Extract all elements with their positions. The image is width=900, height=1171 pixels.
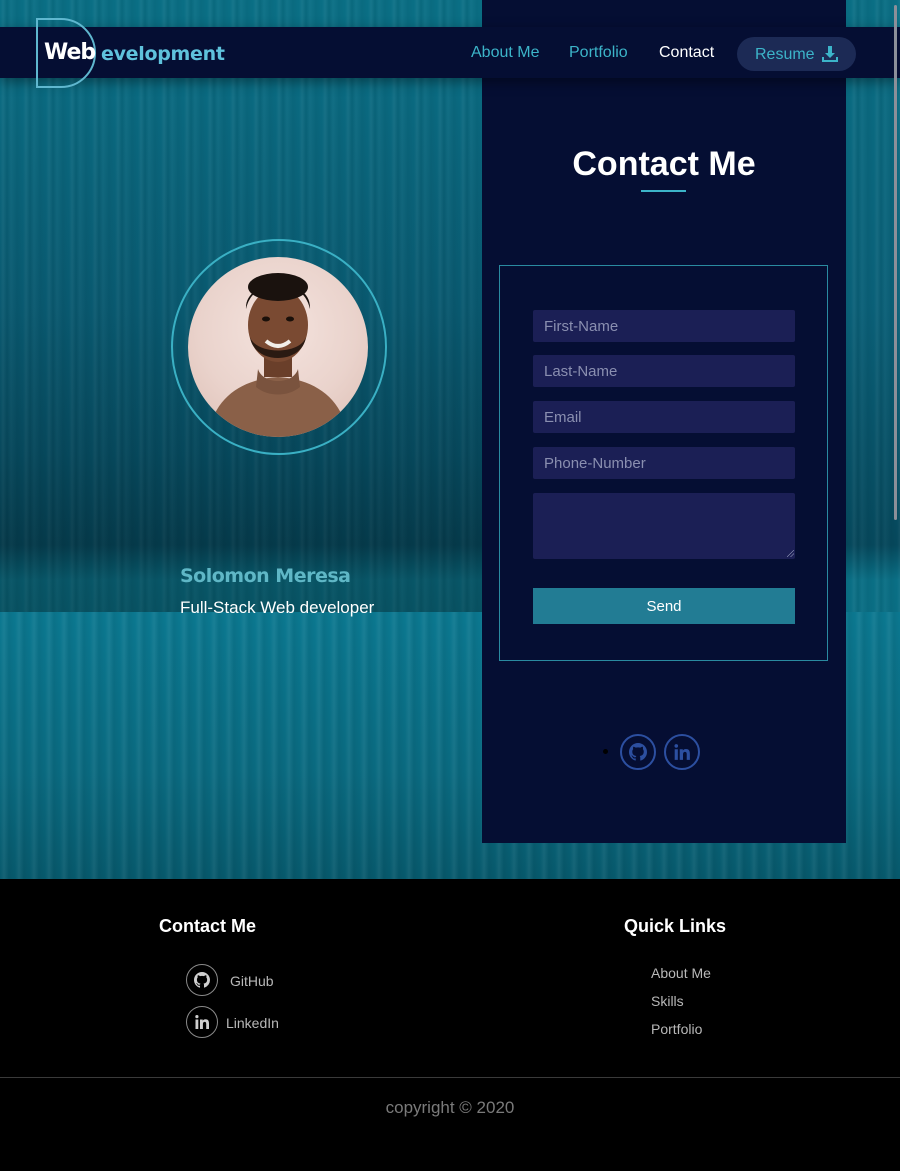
email-field[interactable] xyxy=(533,401,795,433)
copyright-text: copyright © 2020 xyxy=(385,1098,515,1117)
github-icon xyxy=(194,972,210,988)
message-field[interactable] xyxy=(533,493,795,559)
footer-linkedin-button[interactable] xyxy=(186,1006,218,1038)
profile-role: Full-Stack Web developer xyxy=(180,598,375,617)
linkedin-link[interactable] xyxy=(664,734,700,770)
first-name-field[interactable] xyxy=(533,310,795,342)
resume-button[interactable]: Resume xyxy=(737,37,856,71)
last-name-field[interactable] xyxy=(533,355,795,387)
send-button[interactable]: Send xyxy=(533,588,795,624)
nav-contact[interactable]: Contact xyxy=(659,44,714,62)
quick-link-portfolio[interactable]: Portfolio xyxy=(651,1021,702,1037)
linkedin-icon xyxy=(674,744,690,760)
quick-link-skills[interactable]: Skills xyxy=(651,993,684,1009)
phone-number-field[interactable] xyxy=(533,447,795,479)
download-icon xyxy=(822,46,838,62)
logo-suffix: evelopment xyxy=(101,43,225,65)
nav-portfolio[interactable]: Portfolio xyxy=(569,44,628,62)
quick-link-about-me[interactable]: About Me xyxy=(651,965,711,981)
list-bullet xyxy=(603,749,608,754)
profile-photo xyxy=(188,257,368,437)
contact-panel: Contact Me Send xyxy=(482,0,846,843)
footer-contact-heading: Contact Me xyxy=(159,916,257,936)
page-scrollbar[interactable] xyxy=(894,5,897,520)
footer-github-button[interactable] xyxy=(186,964,218,996)
resume-label: Resume xyxy=(755,46,815,63)
textarea-resize-handle[interactable] xyxy=(787,550,794,557)
logo-prefix: Web xyxy=(44,40,96,65)
github-link[interactable] xyxy=(620,734,656,770)
linkedin-icon xyxy=(195,1015,209,1029)
contact-title: Contact Me xyxy=(572,145,756,183)
footer-divider xyxy=(0,1077,900,1078)
contact-form: Send xyxy=(499,265,828,661)
footer-github-link[interactable]: GitHub xyxy=(230,973,274,989)
nav-about-me[interactable]: About Me xyxy=(471,44,539,62)
site-footer: Contact Me GitHub LinkedIn Quick Links A… xyxy=(0,879,900,1171)
footer-quick-links-heading: Quick Links xyxy=(624,916,727,936)
profile-name: Solomon Meresa xyxy=(180,565,351,587)
github-icon xyxy=(629,743,647,761)
footer-linkedin-link[interactable]: LinkedIn xyxy=(226,1015,279,1031)
title-underline xyxy=(641,190,686,192)
